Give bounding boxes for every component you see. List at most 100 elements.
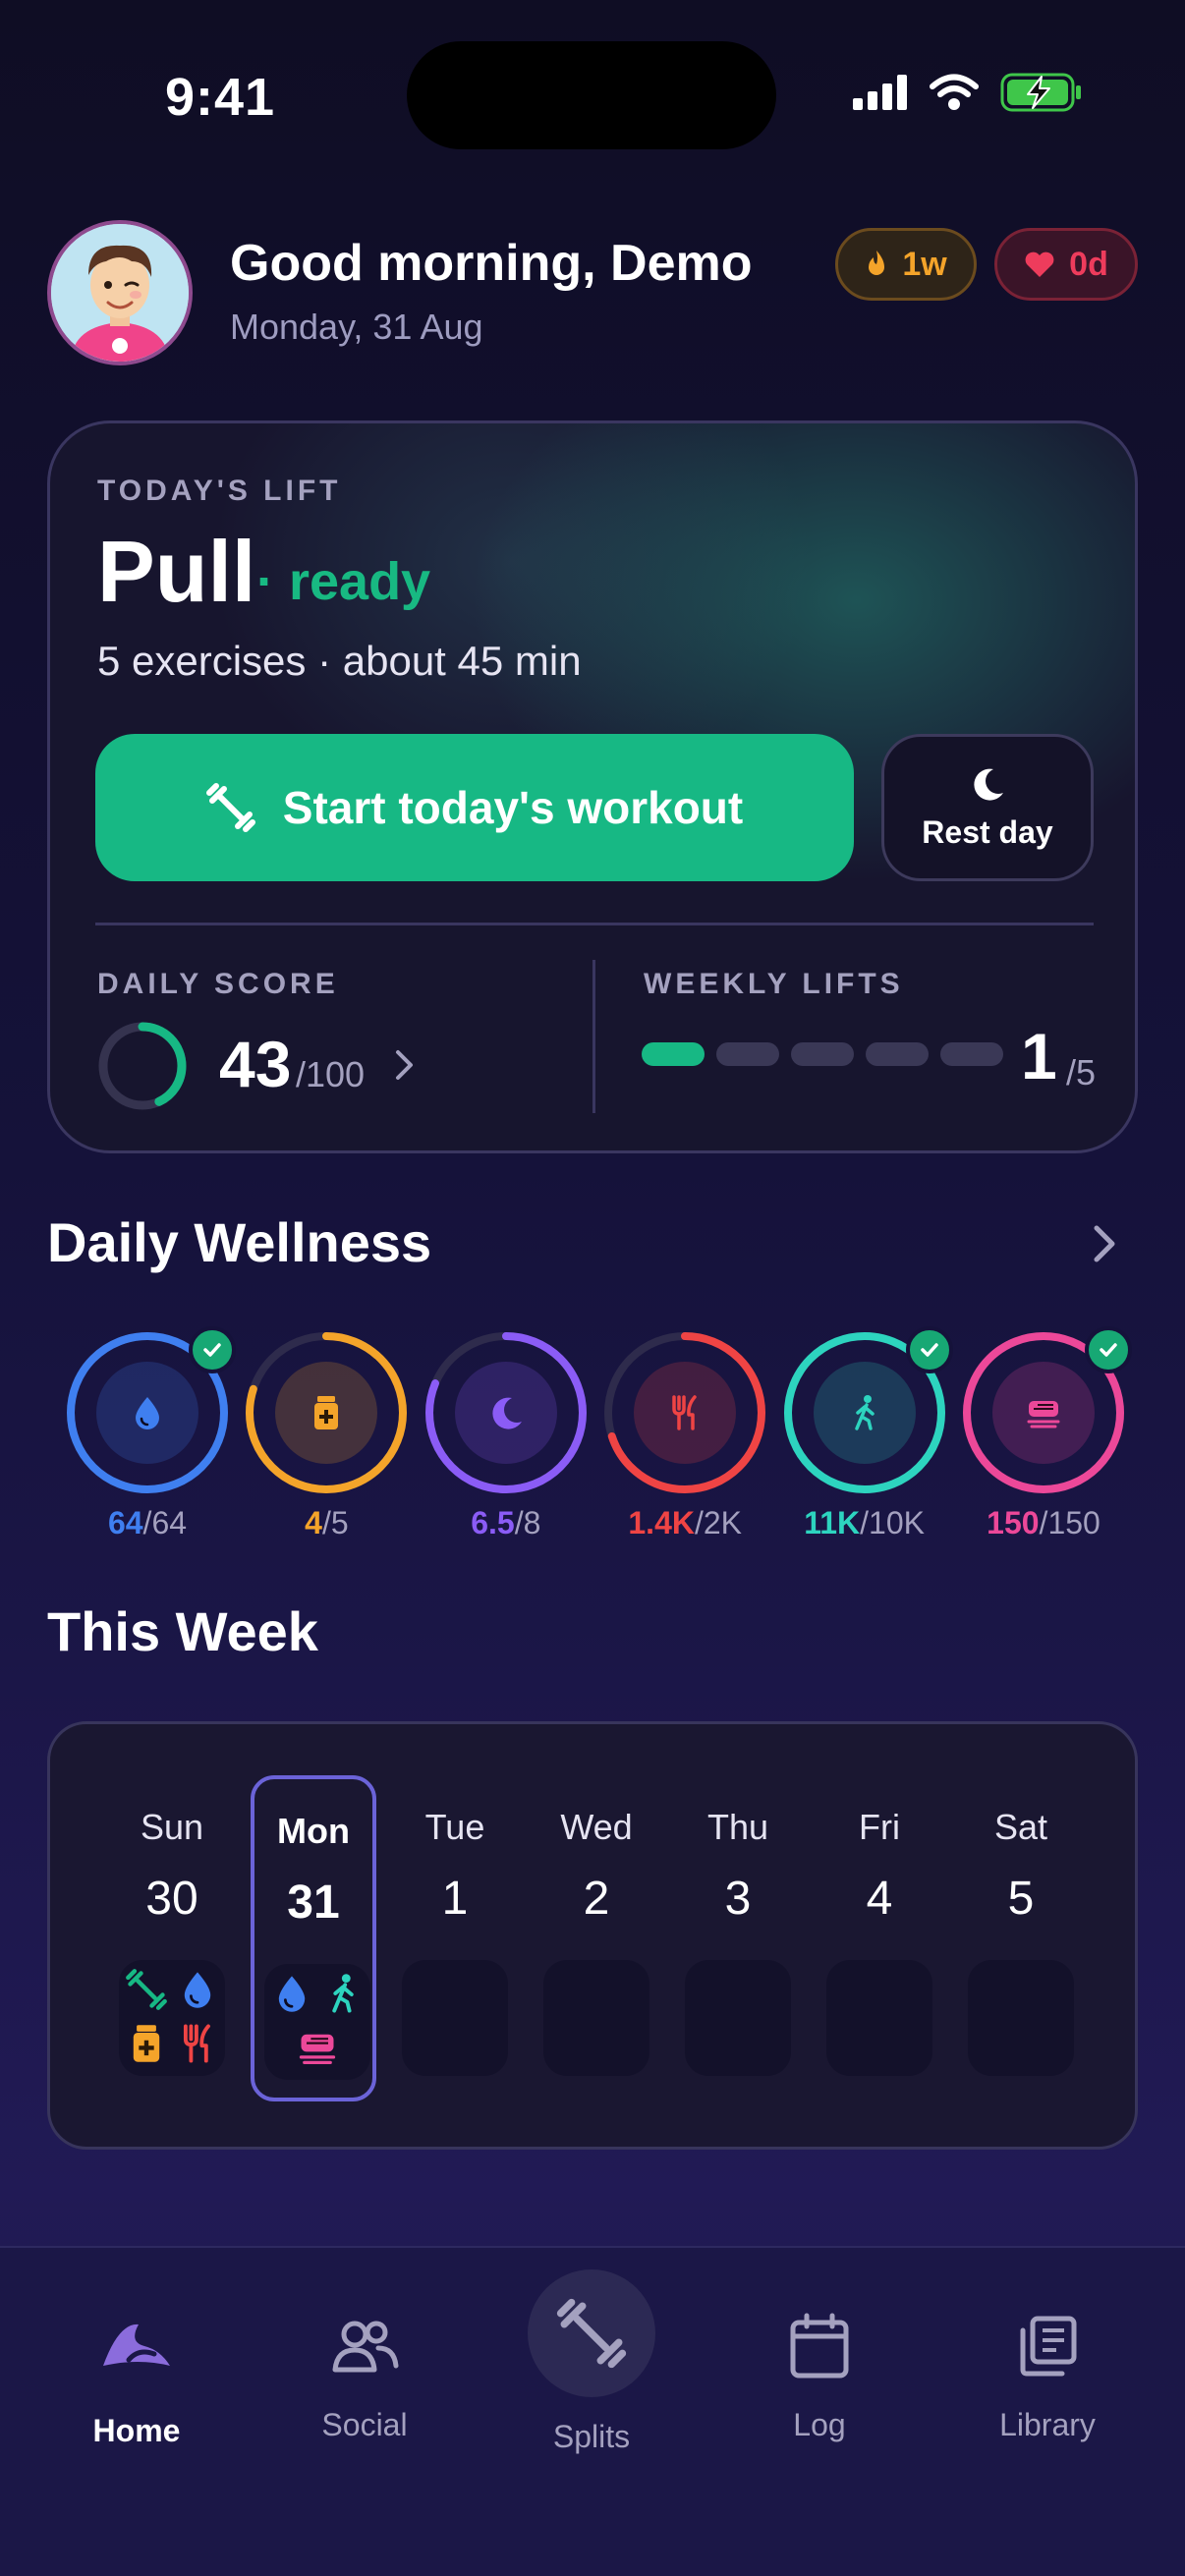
battery-charging-icon — [1000, 73, 1081, 112]
pill-bottle-icon — [125, 2022, 168, 2070]
ring-max: /5 — [321, 1505, 349, 1540]
greeting-title: Good morning, Demo — [230, 235, 753, 292]
dumbbell-icon — [125, 1968, 168, 2016]
nav-library[interactable]: Library — [959, 2307, 1136, 2443]
ring-max: /150 — [1039, 1505, 1100, 1540]
todays-lift-eyebrow: TODAY'S LIFT — [97, 475, 342, 507]
nav-log[interactable]: Log — [731, 2307, 908, 2443]
nav-label: Home — [92, 2413, 181, 2448]
day-activity-box — [402, 1960, 508, 2076]
wellness-ring-sleep[interactable] — [422, 1328, 591, 1497]
nav-social[interactable]: Social — [276, 2307, 453, 2443]
chevron-right-icon[interactable] — [394, 1048, 416, 1082]
dumbbell-icon — [503, 2269, 680, 2397]
start-workout-label: Start today's workout — [282, 782, 744, 833]
calendar-icon — [731, 2307, 908, 2385]
todays-lift-card: TODAY'S LIFT Pull · ready 5 exercises · … — [47, 420, 1138, 1153]
ring-value: 150 — [987, 1505, 1040, 1540]
status-time: 9:41 — [165, 68, 276, 127]
day-mon[interactable]: Mon 31 — [251, 1775, 376, 2101]
day-activity-box — [685, 1960, 791, 2076]
dynamic-island — [407, 41, 776, 149]
hearts-badge[interactable]: 0d — [994, 228, 1138, 301]
status-icons — [853, 73, 1083, 112]
this-week-title: This Week — [47, 1600, 318, 1662]
walking-icon — [321, 1972, 365, 2020]
day-name: Mon — [277, 1811, 350, 1851]
this-week-card: Sun 30 Mon 31 Tue 1 Wed 2 Thu 3 Fri 4 Sat 5 — [47, 1721, 1138, 2150]
weekly-lift-bar — [791, 1042, 854, 1066]
home-logo-icon — [48, 2307, 225, 2385]
wellness-value-protein: 150/150 — [945, 1505, 1142, 1541]
card-divider — [95, 923, 1094, 925]
avatar-illustration — [51, 224, 189, 362]
weekly-lift-bar — [716, 1042, 779, 1066]
day-sun[interactable]: Sun 30 — [109, 1775, 235, 2101]
day-activity-box — [826, 1960, 932, 2076]
lift-meta: 5 exercises · about 45 min — [97, 638, 582, 684]
people-icon — [276, 2307, 453, 2385]
weekly-lifts-done: 1 — [1021, 1020, 1057, 1092]
day-number: 31 — [287, 1876, 340, 1929]
day-activity-box — [543, 1960, 649, 2076]
wellness-chevron-right-icon[interactable] — [1089, 1222, 1118, 1265]
nav-label: Library — [999, 2407, 1096, 2442]
splits-highlight — [528, 2269, 655, 2397]
wellness-ring-calories[interactable] — [600, 1328, 769, 1497]
ring-max: /8 — [514, 1505, 541, 1540]
day-name: Fri — [859, 1807, 900, 1847]
water-drop-icon — [128, 1393, 167, 1432]
day-wed[interactable]: Wed 2 — [534, 1775, 659, 2101]
heart-icon — [1025, 252, 1054, 277]
dumbbell-icon — [205, 783, 255, 832]
streak-badge[interactable]: 1w — [835, 228, 977, 301]
avatar[interactable] — [47, 220, 193, 365]
weekly-lift-bar — [940, 1042, 1003, 1066]
day-name: Tue — [424, 1807, 485, 1847]
day-number: 30 — [145, 1873, 198, 1925]
ring-value: 11K — [804, 1505, 861, 1540]
nav-splits[interactable]: Splits — [503, 2269, 680, 2455]
nav-label: Log — [793, 2407, 846, 2442]
day-activity-icons — [121, 1968, 223, 2070]
rest-day-label: Rest day — [922, 813, 1053, 850]
day-name: Sun — [140, 1807, 204, 1847]
wellness-value-calories: 1.4K/2K — [587, 1505, 783, 1541]
ring-value: 4 — [305, 1505, 322, 1540]
wellness-ring-protein[interactable] — [959, 1326, 1132, 1497]
nav-label: Social — [321, 2407, 408, 2442]
nav-home[interactable]: Home — [48, 2307, 225, 2449]
day-number: 1 — [441, 1873, 469, 1925]
day-fri[interactable]: Fri 4 — [817, 1775, 942, 2101]
daily-score-ring[interactable] — [95, 1019, 190, 1113]
day-sat[interactable]: Sat 5 — [958, 1775, 1084, 2101]
wellness-ring-supplements[interactable] — [242, 1328, 411, 1497]
fork-knife-icon — [176, 2022, 219, 2070]
rest-day-button[interactable]: Rest day — [881, 734, 1094, 881]
weekly-lifts-progress — [642, 1042, 1003, 1066]
wellness-ring-steps[interactable] — [780, 1326, 953, 1497]
status-bar: 9:41 — [0, 0, 1185, 187]
ring-value: 6.5 — [471, 1505, 515, 1540]
wellness-value-sleep: 6.5/8 — [408, 1505, 604, 1541]
wellness-value-supplements: 4/5 — [228, 1505, 424, 1541]
ring-value: 1.4K — [628, 1505, 695, 1540]
day-tue[interactable]: Tue 1 — [392, 1775, 518, 2101]
check-icon — [189, 1326, 236, 1373]
day-name: Wed — [560, 1807, 633, 1847]
bottom-nav: Home Social Splits Log Library — [0, 2246, 1185, 2576]
daily-score-max: /100 — [296, 1054, 366, 1094]
ring-value: 64 — [107, 1505, 143, 1540]
weekly-lifts-total: /5 — [1066, 1052, 1097, 1092]
weekly-lift-bar — [642, 1042, 705, 1066]
fork-knife-icon — [665, 1393, 705, 1432]
start-workout-button[interactable]: Start today's workout — [95, 734, 854, 881]
day-activity-icons — [266, 1972, 368, 2074]
streak-value: 1w — [902, 245, 947, 283]
cellular-signal-icon — [853, 75, 907, 110]
walking-icon — [845, 1393, 884, 1432]
nav-label: Splits — [552, 2419, 631, 2454]
wellness-ring-water[interactable] — [63, 1326, 236, 1497]
water-drop-icon — [270, 1972, 313, 2020]
day-thu[interactable]: Thu 3 — [675, 1775, 801, 2101]
